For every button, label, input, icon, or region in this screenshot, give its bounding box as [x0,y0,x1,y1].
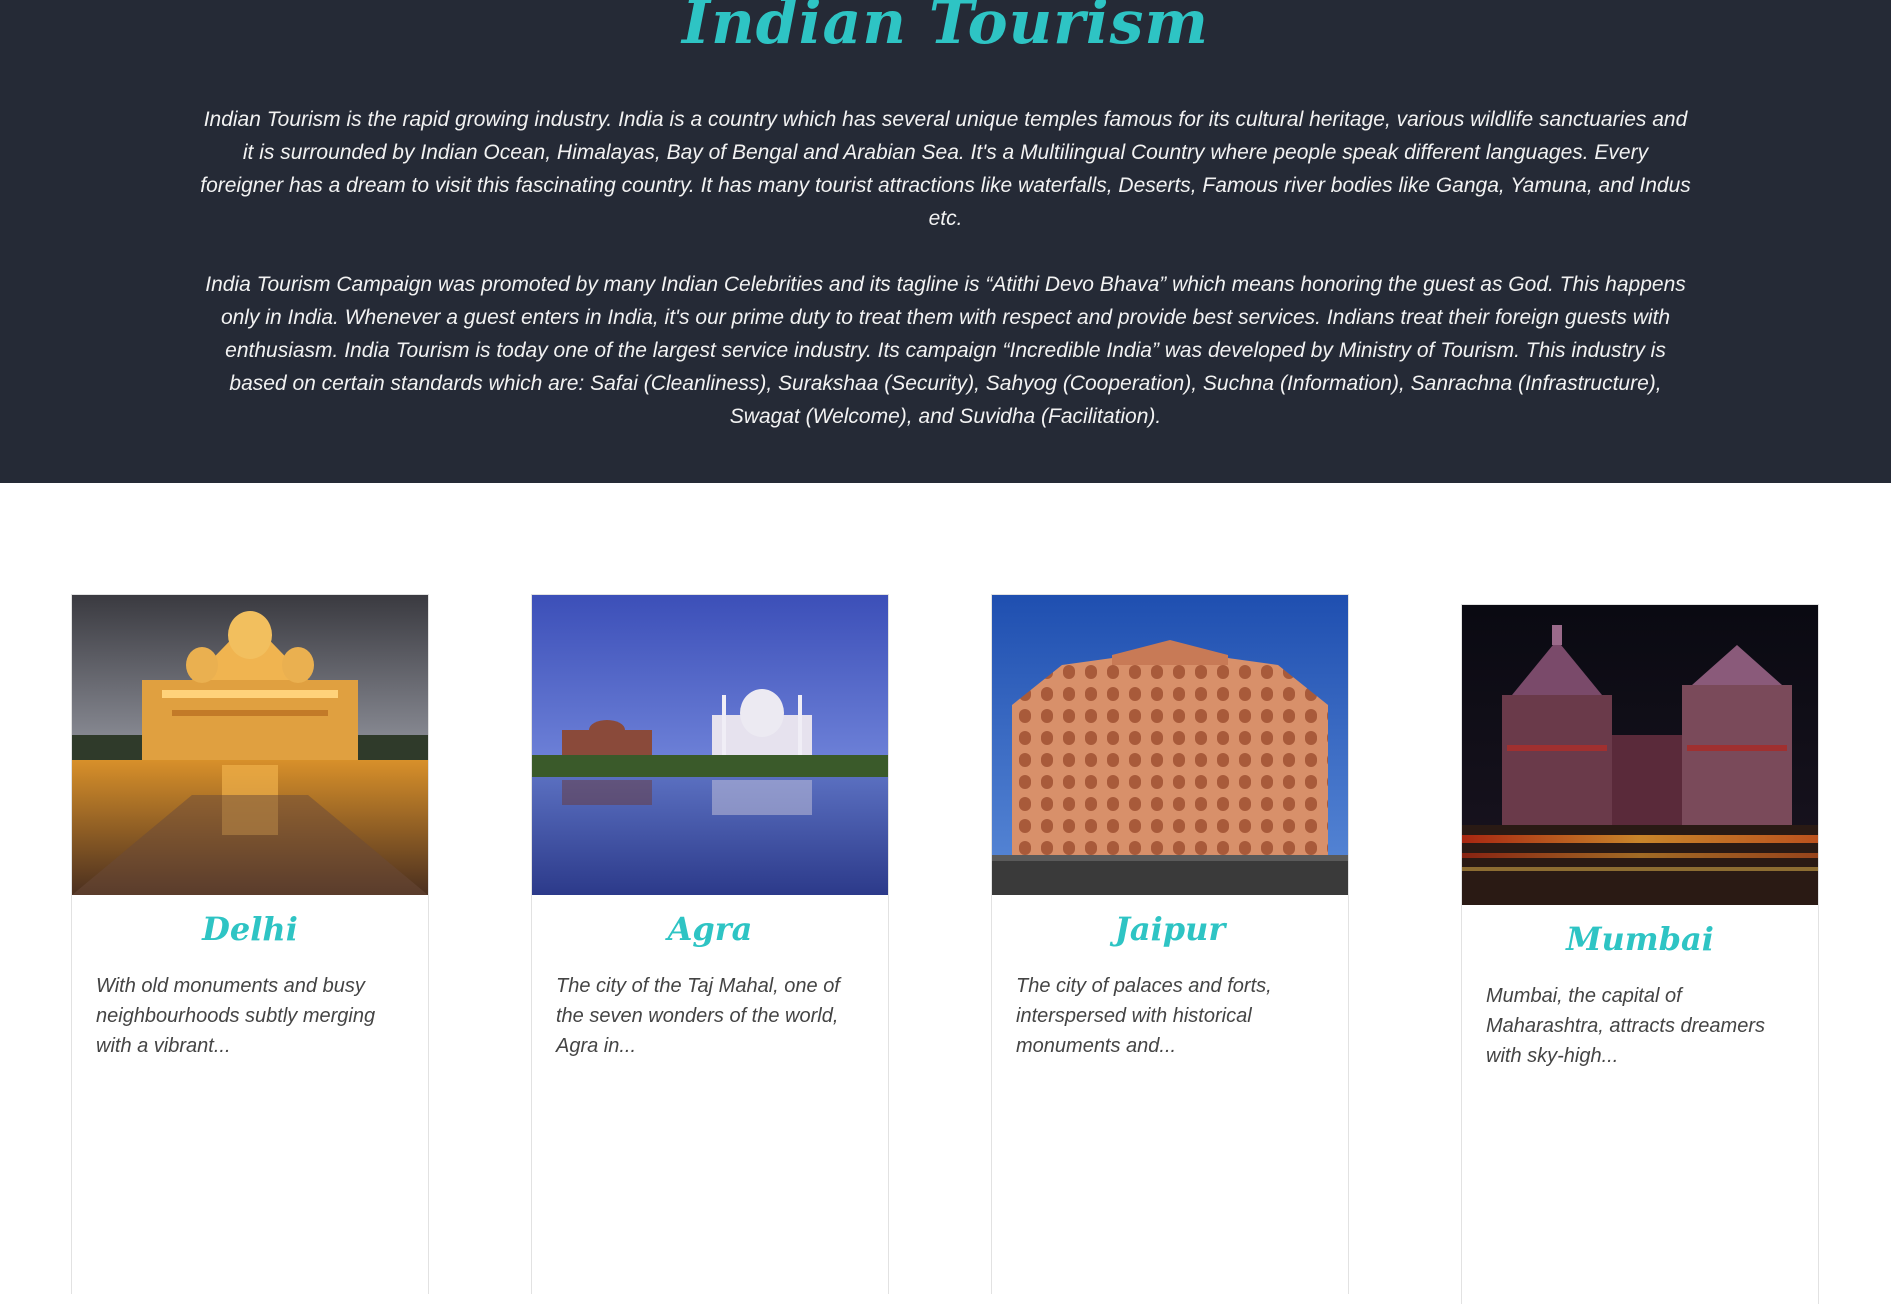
card-description: Mumbai, the capital of Maharashtra, attr… [1486,985,1765,1067]
card-description: With old monuments and busy neighbourhoo… [96,975,376,1057]
agra-image[interactable] [532,595,888,895]
card-title[interactable]: Agra [532,910,888,948]
card-description: The city of palaces and forts, intersper… [1016,975,1272,1057]
delhi-image[interactable] [72,595,428,895]
jaipur-image[interactable] [992,595,1348,895]
card-title[interactable]: Jaipur [992,910,1348,948]
destination-card-jaipur[interactable]: Jaipur The city of palaces and forts, in… [991,594,1349,1294]
mumbai-image[interactable] [1462,605,1818,905]
destination-card-mumbai[interactable]: Mumbai Mumbai, the capital of Maharashtr… [1461,604,1819,1304]
destination-card-agra[interactable]: Agra The city of the Taj Mahal, one of t… [531,594,889,1294]
card-title[interactable]: Mumbai [1462,920,1818,958]
card-description: The city of the Taj Mahal, one of the se… [556,975,840,1057]
destination-card-delhi[interactable]: Delhi With old monuments and busy neighb… [71,594,429,1294]
page-title: Indian Tourism [682,0,1209,58]
card-title[interactable]: Delhi [72,910,428,948]
hero-section: Indian Tourism Indian Tourism is the rap… [0,0,1891,483]
intro-paragraph: Indian Tourism is the rapid growing indu… [200,108,1691,230]
campaign-paragraph: India Tourism Campaign was promoted by m… [205,273,1686,428]
